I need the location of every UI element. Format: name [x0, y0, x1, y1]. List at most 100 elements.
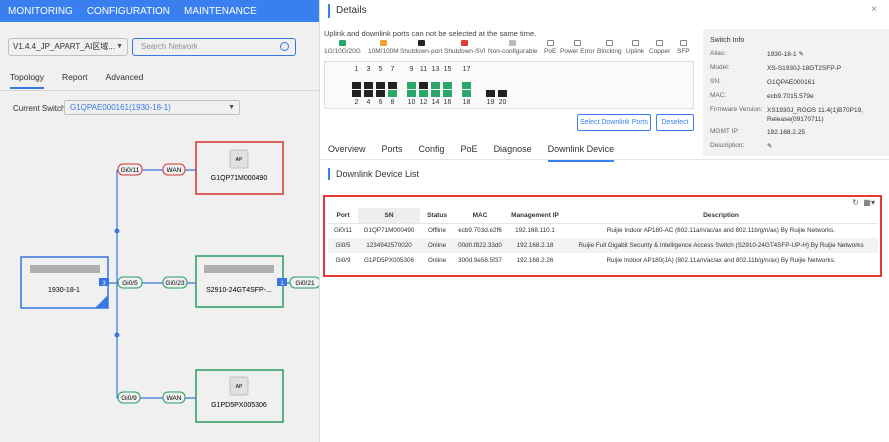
col-port: Port — [328, 208, 358, 224]
switch-port[interactable] — [431, 90, 440, 97]
switch-port[interactable] — [376, 90, 385, 97]
port-number: 3 — [366, 66, 371, 73]
switch-port[interactable] — [443, 82, 452, 89]
ap-tag: AP — [236, 157, 243, 163]
legend-item: Shutdown-SVI — [444, 48, 486, 55]
switch-port[interactable] — [364, 82, 373, 89]
switch-port[interactable] — [431, 82, 440, 89]
port-number: 6 — [378, 99, 383, 106]
switch-port[interactable] — [462, 82, 471, 89]
port-number: 5 — [378, 66, 383, 73]
switch-node-2[interactable]: S2910-24GT4SFP-... 1 — [195, 255, 287, 308]
top-nav: MONITORING CONFIGURATION MAINTENANCE — [0, 0, 320, 22]
version-label: V1.4.4_JP_APART_AI区域... — [13, 42, 115, 51]
tab-report[interactable]: Report — [62, 72, 88, 89]
description-label: Description: — [710, 142, 745, 149]
table-row[interactable]: Gi0/5 1234942570020 Online 00d0.f822.33d0 19… — [328, 238, 878, 253]
switch-port[interactable] — [419, 90, 428, 97]
port-label-gi021: Gi0/21 — [295, 280, 315, 287]
port-number: 16 — [443, 99, 452, 106]
port-number: 19 — [486, 99, 495, 106]
root-switch-label: 1930-18-1 — [48, 287, 80, 294]
col-mac: MAC — [454, 208, 506, 224]
table-cell: 00d0.f822.33d0 — [454, 238, 506, 253]
table-cell: Gi0/11 — [333, 227, 353, 235]
wan-label: WAN — [167, 395, 182, 402]
switch-port[interactable] — [498, 90, 507, 97]
sn-value: G1QPAE000161 — [767, 79, 815, 86]
table-cell: Ruijie Indoor AP180(JA) (802.11a/n/ac/ax… — [606, 257, 836, 264]
table-cell: Gi0/9 — [335, 257, 351, 264]
alias-label: Alias: — [710, 50, 726, 57]
switch-port[interactable] — [443, 90, 452, 97]
chevron-down-icon: ▼ — [116, 43, 123, 50]
legend-item: Uplink — [626, 48, 645, 55]
legend-swatch-icon — [509, 40, 517, 46]
table-row[interactable]: Gi0/11 G1QP71M000490 Offline ecb9.703d.e2f6… — [328, 223, 878, 238]
topology-canvas: Gi0/11 WAN Gi0/5 Gi0/23 Gi0/21 Gi0/9 WAN… — [20, 141, 320, 423]
port-number: 11 — [419, 66, 428, 73]
section-title: Downlink Device List — [328, 168, 419, 180]
legend-swatch-icon — [379, 40, 387, 46]
col-status: Status — [420, 208, 454, 224]
legend-item: Copper — [649, 48, 671, 55]
port-number: 7 — [390, 66, 395, 73]
tab-topology[interactable]: Topology — [10, 72, 45, 89]
port-number: 14 — [431, 99, 440, 106]
left-tabs: Topology Report Advanced — [10, 72, 143, 89]
legend-item: Power Error — [560, 48, 595, 55]
copper-icon — [656, 40, 664, 46]
switch-port[interactable] — [352, 90, 361, 97]
switch-port[interactable] — [376, 82, 385, 89]
port-number: 18 — [462, 99, 471, 106]
panel-title: Details — [328, 4, 367, 18]
switch-port[interactable] — [407, 82, 416, 89]
ap-node-1[interactable]: AP G1QP71M000490 — [195, 141, 284, 195]
tab-advanced[interactable]: Advanced — [106, 72, 144, 89]
legend-item: Non-configurable — [488, 48, 538, 55]
switch-info-header: Switch Info — [710, 37, 745, 44]
switch-port[interactable] — [388, 82, 397, 89]
deselect-button[interactable]: Deselect — [656, 114, 694, 131]
columns-icon[interactable]: ▦▾ — [863, 198, 875, 207]
ap-node-2[interactable]: AP G1PD5PX005306 — [195, 369, 284, 423]
table-row[interactable]: Gi0/9 G1PD5PX005306 Online 300d.9e58.5f37 19… — [328, 253, 878, 268]
table-cell: Online — [420, 238, 454, 253]
table-cell: G1QP71M000490 — [363, 227, 415, 235]
switch-port[interactable] — [388, 90, 397, 97]
legend-item: Shutdown-port — [400, 48, 443, 55]
search-input[interactable]: Search Network — [132, 38, 296, 56]
current-switch-label: Current Switch — [13, 104, 66, 113]
switch-port[interactable] — [407, 90, 416, 97]
legend-item: Blocking — [597, 48, 622, 55]
current-switch-select[interactable]: G1QPAE000161(1930-18-1) ▼ — [64, 100, 240, 115]
port-number: 2 — [354, 99, 359, 106]
table-cell: 192.168.2.18 — [506, 238, 564, 253]
model-value: XS-S1930J-18GT2SFP-P — [767, 65, 842, 72]
switch-port[interactable] — [462, 90, 471, 97]
switch-info: Switch Info Alias: 1930-18-1 ✎ Model: XS-S… — [703, 29, 889, 156]
edit-icon[interactable]: ✎ — [767, 142, 887, 151]
table-cell: 1234942570020 — [358, 238, 420, 253]
nav-monitoring[interactable]: MONITORING — [8, 6, 73, 17]
power-error-icon — [573, 40, 581, 46]
switch-port[interactable] — [419, 82, 428, 89]
table-cell: ecb9.703d.e2f6 — [458, 227, 502, 235]
mgmt-ip-label: MGMT IP: — [710, 128, 740, 135]
switch-port[interactable] — [364, 90, 373, 97]
switch-port[interactable] — [486, 90, 495, 97]
select-downlink-ports-button[interactable]: Select Downlink Ports — [577, 114, 651, 131]
edit-icon[interactable]: ✎ — [798, 51, 803, 58]
version-select[interactable]: V1.4.4_JP_APART_AI区域... ▼ — [8, 38, 128, 56]
uplink-icon — [631, 40, 639, 46]
switch-port[interactable] — [352, 82, 361, 89]
port-number: 8 — [390, 99, 395, 106]
legend-item: SFP — [677, 48, 690, 55]
root-switch-node[interactable]: 1930-18-1 3 — [20, 256, 109, 309]
refresh-icon[interactable]: ↻ — [852, 198, 859, 207]
close-icon[interactable]: × — [871, 4, 877, 15]
nav-configuration[interactable]: CONFIGURATION — [87, 6, 170, 17]
current-switch-value: G1QPAE000161(1930-18-1) — [70, 103, 171, 112]
chevron-down-icon: ▼ — [228, 104, 235, 111]
nav-maintenance[interactable]: MAINTENANCE — [184, 6, 257, 17]
